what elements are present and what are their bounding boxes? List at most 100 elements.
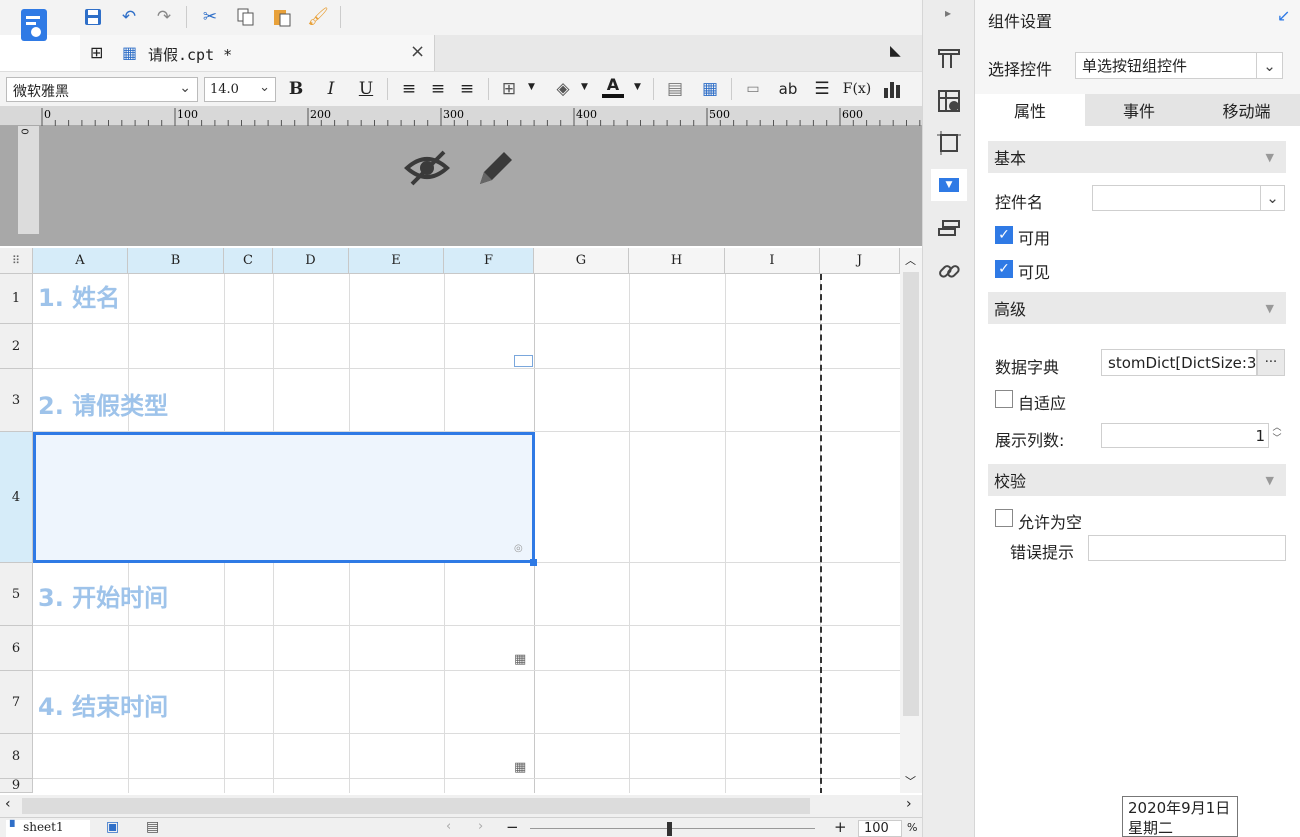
table-icon[interactable]: ▦ — [697, 76, 723, 102]
row-header-8[interactable]: 8 — [0, 734, 33, 779]
add-dashboard-sheet-icon[interactable]: ▤ — [146, 819, 159, 835]
row-header-3[interactable]: 3 — [0, 369, 33, 432]
redo-icon[interactable]: ↷ — [151, 4, 177, 30]
fill-handle[interactable] — [530, 559, 537, 566]
sheet-tab[interactable]: ▘ sheet1 — [6, 820, 90, 837]
tab-properties[interactable]: 属性 — [975, 94, 1085, 126]
horizontal-scrollbar[interactable]: ‹ › — [0, 795, 922, 817]
hide-icon[interactable] — [404, 148, 450, 192]
allow-empty-checkbox[interactable] — [995, 509, 1013, 527]
column-header-d[interactable]: D — [273, 248, 349, 274]
select-all-corner[interactable]: ⠿ — [0, 248, 33, 274]
close-tab-icon[interactable]: × — [410, 41, 425, 62]
file-tab[interactable]: ⊞ ▦ 请假.cpt * × — [80, 35, 435, 71]
merge-cells-icon[interactable]: ▤ — [662, 76, 688, 102]
new-sheet-icon[interactable]: ⊞ — [90, 43, 103, 62]
app-logo-icon[interactable] — [16, 6, 54, 46]
vertical-scrollbar[interactable]: ︿ ﹀ — [900, 248, 922, 793]
zoom-slider-thumb[interactable] — [667, 822, 672, 836]
fill-color-icon[interactable]: ◈ — [550, 76, 576, 102]
add-report-sheet-icon[interactable]: ▣ — [106, 819, 119, 835]
column-header-e[interactable]: E — [349, 248, 444, 274]
border-icon[interactable]: ⊞ — [496, 76, 522, 102]
cell-attribute-icon[interactable] — [937, 89, 961, 117]
row-header-1[interactable]: 1 — [0, 274, 33, 324]
dictionary-more-button[interactable]: ··· — [1257, 349, 1285, 376]
italic-button[interactable]: I — [318, 76, 344, 102]
tab-mobile[interactable]: 移动端 — [1193, 94, 1300, 126]
cut-icon[interactable]: ✂ — [197, 4, 223, 30]
zoom-slider-track[interactable] — [530, 828, 815, 829]
font-family-select[interactable]: 微软雅黑 ⌄ — [6, 77, 198, 102]
copy-icon[interactable] — [233, 4, 259, 30]
scroll-right-icon[interactable]: › — [906, 796, 912, 812]
row-header-9[interactable]: 9 — [0, 778, 33, 793]
tab-events[interactable]: 事件 — [1085, 94, 1193, 126]
align-left-icon[interactable]: ≡ — [396, 76, 422, 102]
align-right-icon[interactable]: ≡ — [454, 76, 480, 102]
pin-arrow-icon[interactable]: ↙ — [1277, 6, 1290, 25]
undo-icon[interactable]: ↶ — [116, 4, 142, 30]
prev-sheet-icon[interactable]: ‹ — [446, 819, 451, 834]
columns-spinner-input[interactable]: 1 — [1101, 423, 1269, 448]
scroll-down-icon[interactable]: ﹀ — [905, 773, 916, 789]
next-sheet-icon[interactable]: › — [478, 819, 483, 834]
error-message-input[interactable] — [1088, 535, 1286, 561]
row-header-6[interactable]: 6 — [0, 626, 33, 671]
save-icon[interactable] — [80, 4, 106, 30]
text-button[interactable]: ab — [775, 76, 801, 102]
row-header-2[interactable]: 2 — [0, 324, 33, 369]
condition-attribute-icon[interactable] — [937, 217, 961, 245]
section-advanced[interactable]: 高级 ▼ — [988, 292, 1286, 324]
section-validate[interactable]: 校验 ▼ — [988, 464, 1286, 496]
column-header-f[interactable]: F — [444, 248, 534, 274]
align-center-icon[interactable]: ≡ — [425, 76, 451, 102]
horizontal-scroll-thumb[interactable] — [22, 798, 810, 814]
text-field-icon[interactable]: ▭ — [740, 76, 766, 102]
chevron-down-icon[interactable]: ▼ — [581, 82, 588, 92]
selected-radio-group-cell[interactable] — [33, 432, 535, 563]
spreadsheet-grid[interactable]: ⠿ ABCDEFGHIJ 123456789 ◎ 1. 姓名 2. 请假类型 3… — [0, 248, 922, 793]
data-dictionary-input[interactable]: stomDict[DictSize:3] — [1101, 349, 1257, 376]
section-basic[interactable]: 基本 ▼ — [988, 141, 1286, 173]
column-header-h[interactable]: H — [629, 248, 725, 274]
vertical-scroll-thumb[interactable] — [903, 272, 919, 716]
font-color-icon[interactable]: A — [602, 74, 624, 98]
paragraph-icon[interactable]: ☰ — [809, 76, 835, 102]
edit-pencil-icon[interactable] — [474, 148, 516, 194]
font-size-select[interactable]: 14.0 ⌄ — [204, 77, 276, 102]
row-header-4[interactable]: 4 — [0, 432, 33, 563]
column-header-i[interactable]: I — [725, 248, 820, 274]
spinner-arrows-icon[interactable]: ︿ ﹀ — [1269, 423, 1285, 448]
row-header-7[interactable]: 7 — [0, 671, 33, 734]
zoom-input[interactable]: 100 — [858, 820, 902, 837]
adaptive-checkbox[interactable] — [995, 390, 1013, 408]
chart-icon[interactable] — [879, 76, 905, 102]
column-header-b[interactable]: B — [128, 248, 224, 274]
zoom-in-button[interactable]: + — [834, 818, 847, 836]
tab-menu-icon[interactable]: ◣ — [890, 43, 901, 59]
floating-element-icon[interactable] — [937, 131, 961, 159]
scroll-up-icon[interactable]: ︿ — [905, 252, 916, 268]
scroll-left-icon[interactable]: ‹ — [5, 796, 11, 812]
chevron-down-icon[interactable]: ▼ — [634, 82, 641, 92]
formula-button[interactable]: F(x) — [843, 76, 872, 102]
widget-name-input[interactable]: ⌄ — [1092, 185, 1285, 211]
column-header-a[interactable]: A — [33, 248, 128, 274]
chevron-down-icon[interactable]: ▼ — [528, 82, 535, 92]
column-header-j[interactable]: J — [820, 248, 900, 274]
hyperlink-icon[interactable] — [937, 259, 961, 287]
paste-icon[interactable] — [269, 4, 295, 30]
underline-button[interactable]: U — [353, 76, 379, 102]
row-header-5[interactable]: 5 — [0, 563, 33, 626]
cell-element-icon[interactable] — [937, 46, 961, 74]
bold-button[interactable]: B — [283, 76, 309, 102]
widget-type-select[interactable]: 单选按钮组控件 ⌄ — [1075, 52, 1283, 79]
visible-checkbox[interactable]: ✓ — [995, 260, 1013, 278]
column-header-g[interactable]: G — [534, 248, 629, 274]
column-header-c[interactable]: C — [224, 248, 273, 274]
widget-settings-icon[interactable]: ▼ — [931, 169, 967, 201]
format-painter-icon[interactable]: 🖌 — [305, 4, 331, 30]
collapse-arrow-icon[interactable]: ▸ — [945, 6, 951, 20]
enabled-checkbox[interactable]: ✓ — [995, 226, 1013, 244]
